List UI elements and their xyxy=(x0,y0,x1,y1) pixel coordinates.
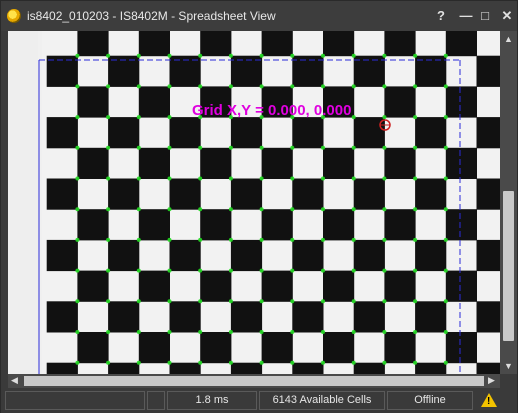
status-mode: Offline xyxy=(387,391,473,410)
scroll-right-icon[interactable]: ▶ xyxy=(488,375,495,386)
status-cell-blank-1 xyxy=(5,391,145,410)
status-time: 1.8 ms xyxy=(167,391,257,410)
checkerboard-image[interactable]: Grid X,Y = 0.000, 0.000 xyxy=(8,31,500,374)
status-cell-blank-2 xyxy=(147,391,165,410)
window-title: is8402_010203 - IS8402M - Spreadsheet Vi… xyxy=(27,9,276,23)
maximize-icon[interactable]: □ xyxy=(473,6,497,26)
image-viewport[interactable]: Grid X,Y = 0.000, 0.000 xyxy=(8,31,500,374)
title-bar[interactable]: is8402_010203 - IS8402M - Spreadsheet Vi… xyxy=(1,1,517,31)
scroll-down-icon[interactable]: ▼ xyxy=(504,361,513,371)
horizontal-scroll-thumb[interactable] xyxy=(24,376,484,386)
status-bar: 1.8 ms 6143 Available Cells Offline ! xyxy=(1,389,517,413)
horizontal-scrollbar[interactable]: ◀ ▶ xyxy=(8,374,500,388)
spreadsheet-window: is8402_010203 - IS8402M - Spreadsheet Vi… xyxy=(0,0,518,413)
grid-coordinate-readout: Grid X,Y = 0.000, 0.000 xyxy=(192,102,351,119)
vertical-scroll-thumb[interactable] xyxy=(503,191,514,341)
vertical-scrollbar[interactable]: ▲ ▼ xyxy=(500,31,517,374)
scroll-corner xyxy=(500,374,517,388)
help-icon[interactable]: ? xyxy=(429,6,453,26)
scroll-left-icon[interactable]: ◀ xyxy=(11,375,18,386)
scroll-up-icon[interactable]: ▲ xyxy=(504,34,513,44)
close-icon[interactable]: ✕ xyxy=(495,6,518,26)
app-icon xyxy=(7,9,21,23)
status-available-cells: 6143 Available Cells xyxy=(259,391,385,410)
